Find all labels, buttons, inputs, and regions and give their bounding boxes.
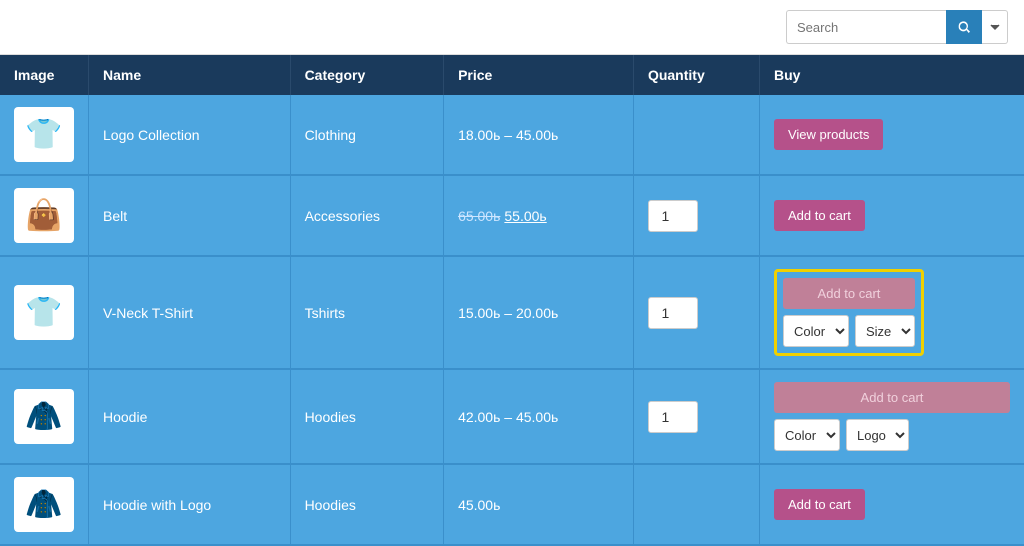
buy-cell: Add to cart — [759, 464, 1024, 545]
variant-buy-container: Add to cart ColorLogo — [774, 382, 1010, 451]
product-name: Logo Collection — [89, 95, 291, 175]
table-row: 🧥 Hoodie with LogoHoodies45.00ь Add to car… — [0, 464, 1024, 545]
table-row: 🧥 HoodieHoodies42.00ь – 45.00ь Add to cart… — [0, 369, 1024, 464]
product-price: 65.00ь55.00ь — [444, 175, 634, 256]
product-name: Hoodie with Logo — [89, 464, 291, 545]
col-image: Image — [0, 55, 89, 95]
product-category: Accessories — [290, 175, 444, 256]
product-price: 45.00ь — [444, 464, 634, 545]
product-name: Belt — [89, 175, 291, 256]
search-dropdown-button[interactable] — [982, 10, 1008, 44]
product-image-cell: 🧥 — [0, 464, 89, 545]
buy-cell: Add to cart — [759, 175, 1024, 256]
table-row: 👜BeltAccessories65.00ь55.00ьAdd to cart — [0, 175, 1024, 256]
product-category: Hoodies — [290, 369, 444, 464]
col-price: Price — [444, 55, 634, 95]
add-to-cart-button[interactable]: Add to cart — [774, 200, 865, 231]
table-row: 👕 V-Neck T-ShirtTshirts15.00ь – 20.00ь Add… — [0, 256, 1024, 369]
table-row: 👕 Logo CollectionClothing18.00ь – 45.00ь V… — [0, 95, 1024, 175]
variant-selects: ColorLogo — [774, 419, 1010, 451]
add-to-cart-button[interactable]: Add to cart — [774, 489, 865, 520]
product-price: 15.00ь – 20.00ь — [444, 256, 634, 369]
product-name: V-Neck T-Shirt — [89, 256, 291, 369]
search-icon — [956, 19, 972, 35]
variant-container: Add to cart ColorSize — [783, 278, 915, 347]
variant-buy-container: Add to cart ColorSize — [774, 269, 924, 356]
add-to-cart-button[interactable]: Add to cart — [783, 278, 915, 309]
product-image: 👕 — [14, 285, 74, 340]
col-name: Name — [89, 55, 291, 95]
size-select[interactable]: Size — [855, 315, 915, 347]
product-quantity-cell — [633, 369, 759, 464]
color-select[interactable]: Color — [783, 315, 849, 347]
product-image: 🧥 — [14, 389, 74, 444]
col-buy: Buy — [759, 55, 1024, 95]
variant-selects: ColorSize — [783, 315, 915, 347]
table-body: 👕 Logo CollectionClothing18.00ь – 45.00ь V… — [0, 95, 1024, 545]
product-quantity-cell — [633, 464, 759, 545]
search-input[interactable] — [786, 10, 946, 44]
chevron-down-icon — [990, 22, 1000, 32]
product-price: 18.00ь – 45.00ь — [444, 95, 634, 175]
product-category: Hoodies — [290, 464, 444, 545]
price-sale: 55.00ь — [504, 208, 546, 224]
product-image-cell: 👜 — [0, 175, 89, 256]
search-button[interactable] — [946, 10, 982, 44]
product-category: Tshirts — [290, 256, 444, 369]
col-category: Category — [290, 55, 444, 95]
size-select[interactable]: Logo — [846, 419, 909, 451]
view-products-button[interactable]: View products — [774, 119, 883, 150]
price-original: 65.00ь — [458, 208, 500, 224]
search-container — [786, 10, 1008, 44]
col-quantity: Quantity — [633, 55, 759, 95]
product-price: 42.00ь – 45.00ь — [444, 369, 634, 464]
quantity-input[interactable] — [648, 297, 698, 329]
product-quantity-cell — [633, 256, 759, 369]
variant-container: Add to cart ColorLogo — [774, 382, 1010, 451]
product-image-cell: 👕 — [0, 256, 89, 369]
product-quantity-cell — [633, 175, 759, 256]
product-image: 👕 — [14, 107, 74, 162]
product-image: 🧥 — [14, 477, 74, 532]
product-name: Hoodie — [89, 369, 291, 464]
table-header: Image Name Category Price Quantity Buy — [0, 55, 1024, 95]
buy-cell: Add to cart ColorSize — [759, 256, 1024, 369]
quantity-input[interactable] — [648, 401, 698, 433]
color-select[interactable]: Color — [774, 419, 840, 451]
product-category: Clothing — [290, 95, 444, 175]
product-image-cell: 👕 — [0, 95, 89, 175]
product-quantity-cell — [633, 95, 759, 175]
header — [0, 0, 1024, 55]
product-table: Image Name Category Price Quantity Buy 👕… — [0, 55, 1024, 546]
product-image-cell: 🧥 — [0, 369, 89, 464]
quantity-input[interactable] — [648, 200, 698, 232]
add-to-cart-button[interactable]: Add to cart — [774, 382, 1010, 413]
buy-cell: Add to cart ColorLogo — [759, 369, 1024, 464]
product-image: 👜 — [14, 188, 74, 243]
buy-cell: View products — [759, 95, 1024, 175]
